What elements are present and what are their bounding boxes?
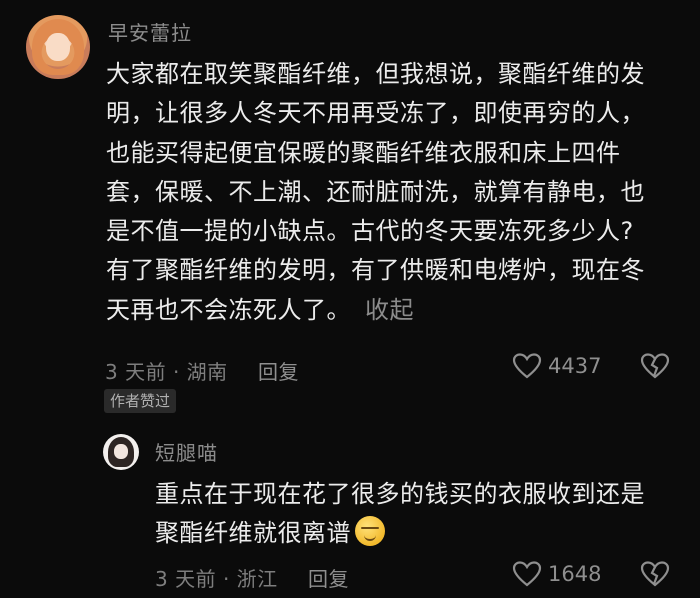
comment-line: 有了聚酯纤维的发明，有了供暖和电烤炉，现在冬: [106, 256, 645, 285]
dislike-button[interactable]: [640, 560, 670, 592]
heart-outline-icon: [512, 353, 542, 379]
time-location: 3 天前 · 湖南: [105, 360, 228, 384]
collapse-link[interactable]: 收起: [365, 296, 414, 324]
comment-line-last: 聚酯纤维就很离谱: [155, 514, 675, 553]
dislike-button[interactable]: [640, 352, 670, 384]
broken-heart-icon: [640, 353, 670, 379]
reply-button[interactable]: 回复: [308, 563, 349, 592]
username[interactable]: 短腿喵: [155, 437, 218, 466]
author-liked-badge: 作者赞过: [104, 389, 177, 413]
comment-line-text: 天再也不会冻死人了。: [106, 295, 351, 324]
like-button[interactable]: 4437: [512, 352, 601, 380]
comment-text: 大家都在取笑聚酯纤维，但我想说，聚酯纤维的发 明，让很多人冬天不用再受冻了，即使…: [106, 55, 676, 330]
like-button[interactable]: 1648: [512, 560, 601, 588]
comment-2: 短腿喵 重点在于现在花了很多的钱买的衣服收到还是 聚酯纤维就很离谱 3 天前 ·…: [0, 420, 700, 598]
comment-line: 明，让很多人冬天不用再受冻了，即使再穷的人，: [106, 99, 645, 128]
reply-button[interactable]: 回复: [258, 356, 299, 385]
comment-line: 是不值一提的小缺点。古代的冬天要冻死多少人?: [106, 217, 634, 246]
avatar-face: [46, 33, 70, 61]
avatar-face: [114, 444, 128, 459]
avatar[interactable]: [26, 15, 90, 79]
comment-line: 重点在于现在花了很多的钱买的衣服收到还是: [155, 480, 645, 508]
comment-line-last: 天再也不会冻死人了。 收起: [106, 291, 676, 330]
broken-heart-icon: [640, 561, 670, 587]
time-location: 3 天前 · 浙江: [155, 567, 278, 591]
heart-outline-icon: [512, 561, 542, 587]
comment-line: 大家都在取笑聚酯纤维，但我想说，聚酯纤维的发: [106, 60, 645, 88]
avatar[interactable]: [103, 434, 139, 470]
awkward-face-emoji-icon: [355, 516, 385, 547]
like-count: 4437: [548, 354, 602, 378]
comment-line-text: 聚酯纤维就很离谱: [155, 519, 351, 548]
comment-line: 也能买得起便宜保暖的聚酯纤维衣服和床上四件: [106, 138, 621, 167]
comment-line: 套，保暖、不上潮、还耐脏耐洗，就算有静电，也: [106, 177, 645, 206]
comment-1: 早安蕾拉 大家都在取笑聚酯纤维，但我想说，聚酯纤维的发 明，让很多人冬天不用再受…: [0, 0, 700, 420]
comment-text: 重点在于现在花了很多的钱买的衣服收到还是 聚酯纤维就很离谱: [155, 475, 675, 554]
username[interactable]: 早安蕾拉: [108, 17, 192, 46]
like-count: 1648: [548, 562, 602, 586]
